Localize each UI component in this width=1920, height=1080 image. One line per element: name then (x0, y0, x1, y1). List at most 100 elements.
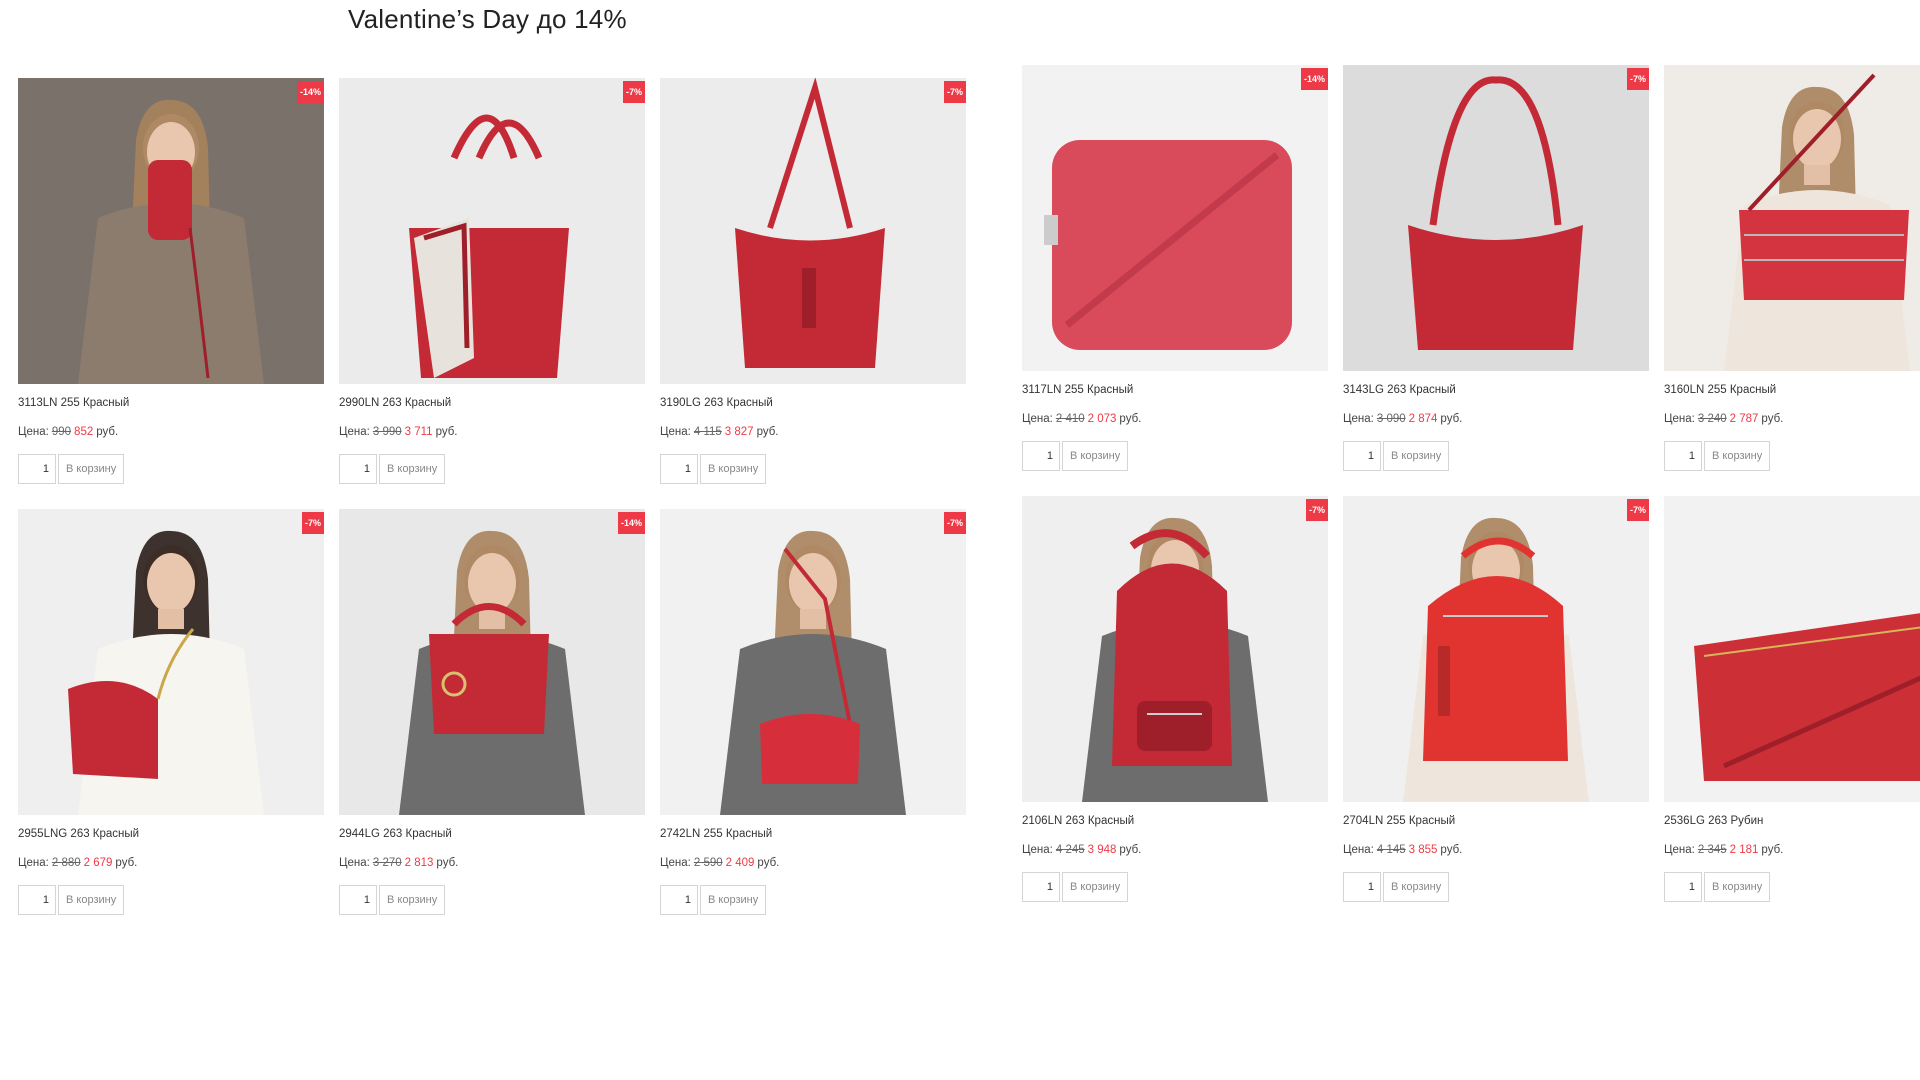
old-price: 4 115 (693, 426, 722, 438)
quantity-input[interactable] (1022, 872, 1060, 902)
currency-label: руб. (756, 426, 779, 438)
quantity-input[interactable] (1343, 872, 1381, 902)
old-price: 2 880 (51, 857, 81, 869)
quantity-input[interactable] (660, 454, 698, 484)
price-label: Цена: (660, 426, 691, 438)
bag-photo (18, 78, 324, 384)
discount-badge: -7% (1626, 499, 1649, 521)
bag-photo (1343, 496, 1649, 802)
product-image[interactable]: -7% (660, 509, 966, 815)
currency-label: руб. (1761, 844, 1784, 856)
currency-label: руб. (757, 857, 780, 869)
old-price: 4 245 (1055, 844, 1085, 856)
add-to-cart-button[interactable]: В корзину (379, 454, 446, 484)
price-label: Цена: (339, 857, 370, 869)
product-image[interactable]: -7% (1343, 65, 1649, 371)
product-name[interactable]: 2106LN 263 Красный (1022, 814, 1328, 828)
product-card: -7% 2990LN 263 Красный Цена: 3 990 3 711 руб.… (339, 78, 645, 509)
product-card: -7% 3190LG 263 Красный Цена: 4 115 3 827 руб.… (660, 78, 966, 509)
discount-badge: -14% (296, 81, 324, 103)
product-card: 3160LN 255 Красный Цена:3 2402 787руб. В к… (1664, 65, 1920, 496)
bag-photo (339, 509, 645, 815)
product-image[interactable]: -7% (660, 78, 966, 384)
product-image[interactable]: -7% (339, 78, 645, 384)
quantity-input[interactable] (1664, 872, 1702, 902)
quantity-input[interactable] (339, 454, 377, 484)
product-name[interactable]: 3190LG 263 Красный (660, 396, 966, 410)
quantity-input[interactable] (1022, 441, 1060, 471)
product-image[interactable] (1664, 65, 1920, 371)
old-price: 3 240 (1697, 413, 1727, 425)
add-to-cart-button[interactable]: В корзину (1062, 872, 1129, 902)
quantity-input[interactable] (18, 454, 56, 484)
product-card: -7% 2704LN 255 Красный Цена: 4 145 3 855 руб.… (1343, 496, 1649, 927)
add-to-cart-button[interactable]: В корзину (1062, 441, 1129, 471)
product-card: -7% 3143LG 263 Красный Цена: 3 090 2 874 руб.… (1343, 65, 1649, 496)
discount-badge: -14% (617, 512, 645, 534)
product-card: -14% 3113LN 255 Красный Цена:990852руб. В к… (18, 78, 324, 509)
new-price: 852 (74, 426, 94, 438)
product-image[interactable]: -14% (1022, 65, 1328, 371)
new-price: 3 827 (724, 426, 754, 438)
page-title: Valentine’s Day до 14% (348, 4, 627, 34)
add-to-cart-button[interactable]: В корзину (58, 885, 125, 915)
price-row: Цена: 2 880 2 679 руб. (18, 856, 324, 870)
product-name[interactable]: 3117LN 255 Красный (1022, 383, 1328, 397)
cart-actions: В корзину (18, 454, 324, 484)
add-to-cart-button[interactable]: В корзину (1704, 872, 1771, 902)
quantity-input[interactable] (1664, 441, 1702, 471)
add-to-cart-button[interactable]: В корзину (700, 454, 767, 484)
old-price: 2 345 (1697, 844, 1727, 856)
old-price: 3 090 (1376, 413, 1406, 425)
new-price: 2 679 (83, 857, 113, 869)
new-price: 2 181 (1729, 844, 1759, 856)
old-price: 3 270 (372, 857, 402, 869)
price-label: Цена: (1664, 844, 1695, 856)
add-to-cart-button[interactable]: В корзину (1383, 441, 1450, 471)
add-to-cart-button[interactable]: В корзину (1383, 872, 1450, 902)
price-row: Цена: 4 245 3 948 руб. (1022, 843, 1328, 857)
add-to-cart-button[interactable]: В корзину (700, 885, 767, 915)
product-name[interactable]: 2704LN 255 Красный (1343, 814, 1649, 828)
cart-actions: В корзину (1022, 441, 1328, 471)
add-to-cart-button[interactable]: В корзину (58, 454, 125, 484)
cart-actions: В корзину (1343, 441, 1649, 471)
cart-actions: В корзину (339, 885, 645, 915)
product-image[interactable]: -14% (339, 509, 645, 815)
bag-photo (339, 78, 645, 384)
product-name[interactable]: 3160LN 255 Красный (1664, 383, 1920, 397)
quantity-input[interactable] (660, 885, 698, 915)
product-image[interactable] (1664, 496, 1920, 802)
quantity-input[interactable] (1343, 441, 1381, 471)
bag-photo (1664, 496, 1920, 802)
price-label: Цена: (1343, 413, 1374, 425)
product-name[interactable]: 2536LG 263 Рубин (1664, 814, 1920, 828)
cart-actions: В корзину (1664, 441, 1920, 471)
product-name[interactable]: 3113LN 255 Красный (18, 396, 324, 410)
add-to-cart-button[interactable]: В корзину (379, 885, 446, 915)
product-image[interactable]: -14% (18, 78, 324, 384)
new-price: 3 948 (1087, 844, 1117, 856)
quantity-input[interactable] (18, 885, 56, 915)
discount-badge: -7% (943, 512, 966, 534)
new-price: 3 711 (404, 426, 433, 438)
old-price: 4 145 (1376, 844, 1406, 856)
currency-label: руб. (436, 857, 459, 869)
bag-photo (660, 509, 966, 815)
price-row: Цена: 4 115 3 827 руб. (660, 425, 966, 439)
product-name[interactable]: 3143LG 263 Красный (1343, 383, 1649, 397)
product-image[interactable]: -7% (18, 509, 324, 815)
discount-badge: -14% (1300, 68, 1328, 90)
quantity-input[interactable] (339, 885, 377, 915)
product-name[interactable]: 2955LNG 263 Красный (18, 827, 324, 841)
discount-badge: -7% (1626, 68, 1649, 90)
product-name[interactable]: 2944LG 263 Красный (339, 827, 645, 841)
product-image[interactable]: -7% (1022, 496, 1328, 802)
product-name[interactable]: 2990LN 263 Красный (339, 396, 645, 410)
product-image[interactable]: -7% (1343, 496, 1649, 802)
product-name[interactable]: 2742LN 255 Красный (660, 827, 966, 841)
add-to-cart-button[interactable]: В корзину (1704, 441, 1771, 471)
bag-photo (18, 509, 324, 815)
product-card: -7% 2742LN 255 Красный Цена: 2 590 2 409 руб.… (660, 509, 966, 940)
cart-actions: В корзину (339, 454, 645, 484)
